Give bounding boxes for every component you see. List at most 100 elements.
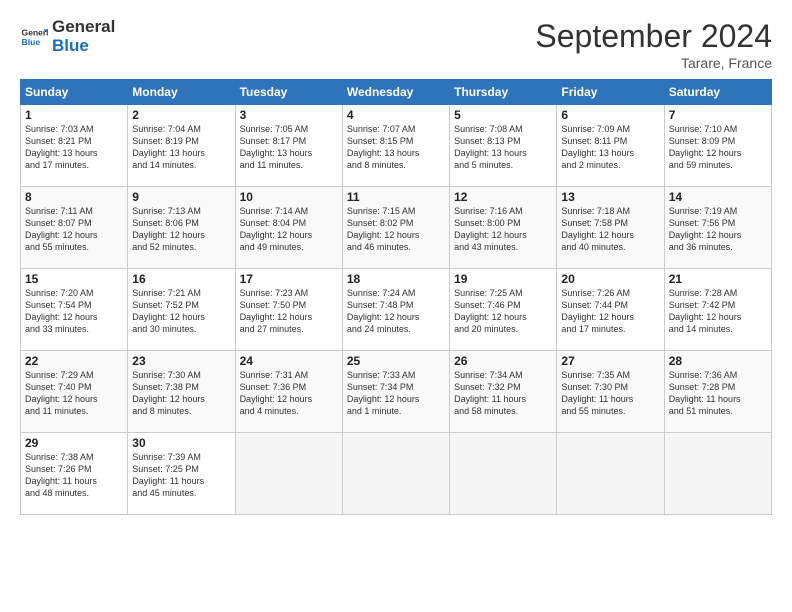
calendar-cell: 1Sunrise: 7:03 AM Sunset: 8:21 PM Daylig… xyxy=(21,105,128,187)
day-info: Sunrise: 7:26 AM Sunset: 7:44 PM Dayligh… xyxy=(561,287,659,336)
col-header-saturday: Saturday xyxy=(664,80,771,105)
day-number: 5 xyxy=(454,108,552,122)
calendar-cell: 2Sunrise: 7:04 AM Sunset: 8:19 PM Daylig… xyxy=(128,105,235,187)
calendar-cell xyxy=(450,433,557,515)
day-info: Sunrise: 7:39 AM Sunset: 7:25 PM Dayligh… xyxy=(132,451,230,500)
day-number: 21 xyxy=(669,272,767,286)
calendar-cell: 25Sunrise: 7:33 AM Sunset: 7:34 PM Dayli… xyxy=(342,351,449,433)
day-number: 23 xyxy=(132,354,230,368)
calendar-cell: 3Sunrise: 7:05 AM Sunset: 8:17 PM Daylig… xyxy=(235,105,342,187)
col-header-friday: Friday xyxy=(557,80,664,105)
col-header-sunday: Sunday xyxy=(21,80,128,105)
day-info: Sunrise: 7:18 AM Sunset: 7:58 PM Dayligh… xyxy=(561,205,659,254)
day-number: 3 xyxy=(240,108,338,122)
day-number: 1 xyxy=(25,108,123,122)
calendar-table: SundayMondayTuesdayWednesdayThursdayFrid… xyxy=(20,79,772,515)
logo: General Blue GeneralBlue xyxy=(20,18,115,55)
calendar-cell: 29Sunrise: 7:38 AM Sunset: 7:26 PM Dayli… xyxy=(21,433,128,515)
day-number: 17 xyxy=(240,272,338,286)
day-number: 12 xyxy=(454,190,552,204)
day-number: 16 xyxy=(132,272,230,286)
day-number: 28 xyxy=(669,354,767,368)
calendar-week-row: 15Sunrise: 7:20 AM Sunset: 7:54 PM Dayli… xyxy=(21,269,772,351)
day-number: 27 xyxy=(561,354,659,368)
day-number: 2 xyxy=(132,108,230,122)
col-header-wednesday: Wednesday xyxy=(342,80,449,105)
header: General Blue GeneralBlue September 2024 … xyxy=(20,18,772,71)
calendar-cell: 15Sunrise: 7:20 AM Sunset: 7:54 PM Dayli… xyxy=(21,269,128,351)
logo-icon: General Blue xyxy=(20,23,48,51)
calendar-cell: 16Sunrise: 7:21 AM Sunset: 7:52 PM Dayli… xyxy=(128,269,235,351)
location: Tarare, France xyxy=(535,55,772,71)
day-info: Sunrise: 7:23 AM Sunset: 7:50 PM Dayligh… xyxy=(240,287,338,336)
calendar-cell: 8Sunrise: 7:11 AM Sunset: 8:07 PM Daylig… xyxy=(21,187,128,269)
calendar-cell: 17Sunrise: 7:23 AM Sunset: 7:50 PM Dayli… xyxy=(235,269,342,351)
day-number: 13 xyxy=(561,190,659,204)
calendar-cell: 4Sunrise: 7:07 AM Sunset: 8:15 PM Daylig… xyxy=(342,105,449,187)
day-info: Sunrise: 7:21 AM Sunset: 7:52 PM Dayligh… xyxy=(132,287,230,336)
day-number: 15 xyxy=(25,272,123,286)
calendar-cell: 30Sunrise: 7:39 AM Sunset: 7:25 PM Dayli… xyxy=(128,433,235,515)
calendar-cell xyxy=(235,433,342,515)
day-info: Sunrise: 7:11 AM Sunset: 8:07 PM Dayligh… xyxy=(25,205,123,254)
day-number: 7 xyxy=(669,108,767,122)
day-number: 9 xyxy=(132,190,230,204)
day-info: Sunrise: 7:38 AM Sunset: 7:26 PM Dayligh… xyxy=(25,451,123,500)
calendar-week-row: 8Sunrise: 7:11 AM Sunset: 8:07 PM Daylig… xyxy=(21,187,772,269)
day-info: Sunrise: 7:19 AM Sunset: 7:56 PM Dayligh… xyxy=(669,205,767,254)
day-info: Sunrise: 7:29 AM Sunset: 7:40 PM Dayligh… xyxy=(25,369,123,418)
calendar-cell: 6Sunrise: 7:09 AM Sunset: 8:11 PM Daylig… xyxy=(557,105,664,187)
calendar-cell: 19Sunrise: 7:25 AM Sunset: 7:46 PM Dayli… xyxy=(450,269,557,351)
day-number: 8 xyxy=(25,190,123,204)
calendar-cell: 23Sunrise: 7:30 AM Sunset: 7:38 PM Dayli… xyxy=(128,351,235,433)
page: General Blue GeneralBlue September 2024 … xyxy=(0,0,792,612)
day-info: Sunrise: 7:33 AM Sunset: 7:34 PM Dayligh… xyxy=(347,369,445,418)
day-number: 20 xyxy=(561,272,659,286)
day-info: Sunrise: 7:03 AM Sunset: 8:21 PM Dayligh… xyxy=(25,123,123,172)
day-number: 29 xyxy=(25,436,123,450)
month-title: September 2024 xyxy=(535,18,772,55)
day-info: Sunrise: 7:13 AM Sunset: 8:06 PM Dayligh… xyxy=(132,205,230,254)
col-header-monday: Monday xyxy=(128,80,235,105)
calendar-cell xyxy=(664,433,771,515)
day-info: Sunrise: 7:35 AM Sunset: 7:30 PM Dayligh… xyxy=(561,369,659,418)
day-number: 30 xyxy=(132,436,230,450)
calendar-cell: 27Sunrise: 7:35 AM Sunset: 7:30 PM Dayli… xyxy=(557,351,664,433)
day-info: Sunrise: 7:34 AM Sunset: 7:32 PM Dayligh… xyxy=(454,369,552,418)
title-block: September 2024 Tarare, France xyxy=(535,18,772,71)
calendar-cell: 14Sunrise: 7:19 AM Sunset: 7:56 PM Dayli… xyxy=(664,187,771,269)
day-info: Sunrise: 7:25 AM Sunset: 7:46 PM Dayligh… xyxy=(454,287,552,336)
day-number: 26 xyxy=(454,354,552,368)
day-info: Sunrise: 7:36 AM Sunset: 7:28 PM Dayligh… xyxy=(669,369,767,418)
logo-text: GeneralBlue xyxy=(52,18,115,55)
calendar-cell: 11Sunrise: 7:15 AM Sunset: 8:02 PM Dayli… xyxy=(342,187,449,269)
day-info: Sunrise: 7:24 AM Sunset: 7:48 PM Dayligh… xyxy=(347,287,445,336)
calendar-cell: 5Sunrise: 7:08 AM Sunset: 8:13 PM Daylig… xyxy=(450,105,557,187)
svg-text:Blue: Blue xyxy=(22,36,41,46)
svg-text:General: General xyxy=(22,27,48,37)
day-number: 10 xyxy=(240,190,338,204)
calendar-cell: 20Sunrise: 7:26 AM Sunset: 7:44 PM Dayli… xyxy=(557,269,664,351)
calendar-header-row: SundayMondayTuesdayWednesdayThursdayFrid… xyxy=(21,80,772,105)
calendar-cell: 13Sunrise: 7:18 AM Sunset: 7:58 PM Dayli… xyxy=(557,187,664,269)
day-info: Sunrise: 7:31 AM Sunset: 7:36 PM Dayligh… xyxy=(240,369,338,418)
calendar-cell: 7Sunrise: 7:10 AM Sunset: 8:09 PM Daylig… xyxy=(664,105,771,187)
calendar-week-row: 29Sunrise: 7:38 AM Sunset: 7:26 PM Dayli… xyxy=(21,433,772,515)
day-number: 19 xyxy=(454,272,552,286)
day-number: 14 xyxy=(669,190,767,204)
day-info: Sunrise: 7:07 AM Sunset: 8:15 PM Dayligh… xyxy=(347,123,445,172)
calendar-cell: 26Sunrise: 7:34 AM Sunset: 7:32 PM Dayli… xyxy=(450,351,557,433)
calendar-cell: 9Sunrise: 7:13 AM Sunset: 8:06 PM Daylig… xyxy=(128,187,235,269)
calendar-cell: 21Sunrise: 7:28 AM Sunset: 7:42 PM Dayli… xyxy=(664,269,771,351)
calendar-cell: 24Sunrise: 7:31 AM Sunset: 7:36 PM Dayli… xyxy=(235,351,342,433)
day-info: Sunrise: 7:14 AM Sunset: 8:04 PM Dayligh… xyxy=(240,205,338,254)
calendar-cell xyxy=(557,433,664,515)
calendar-cell: 28Sunrise: 7:36 AM Sunset: 7:28 PM Dayli… xyxy=(664,351,771,433)
calendar-cell: 10Sunrise: 7:14 AM Sunset: 8:04 PM Dayli… xyxy=(235,187,342,269)
day-info: Sunrise: 7:04 AM Sunset: 8:19 PM Dayligh… xyxy=(132,123,230,172)
day-number: 11 xyxy=(347,190,445,204)
col-header-tuesday: Tuesday xyxy=(235,80,342,105)
day-info: Sunrise: 7:05 AM Sunset: 8:17 PM Dayligh… xyxy=(240,123,338,172)
calendar-cell: 12Sunrise: 7:16 AM Sunset: 8:00 PM Dayli… xyxy=(450,187,557,269)
calendar-cell: 18Sunrise: 7:24 AM Sunset: 7:48 PM Dayli… xyxy=(342,269,449,351)
